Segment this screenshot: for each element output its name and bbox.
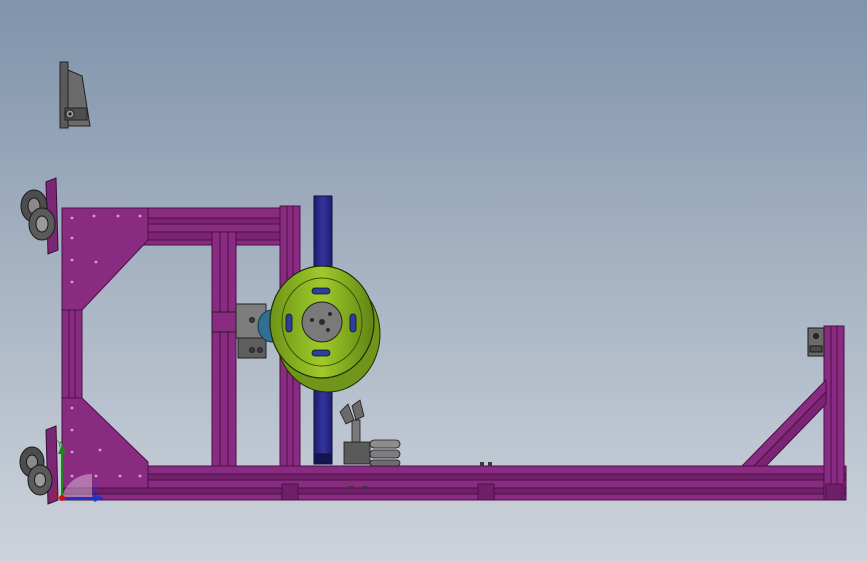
cad-model-view[interactable] [0,0,867,562]
triad-y-label: Y [57,440,63,450]
graphics-viewport[interactable]: Y X Z [0,0,867,562]
triad-z-label: Z [52,490,59,500]
triad-x-label: X [92,486,99,496]
gripper-assembly[interactable] [339,399,401,467]
z-axis-dot [59,495,65,501]
detached-bracket[interactable] [59,61,91,129]
end-bracket[interactable] [807,327,825,357]
coordinate-triad: Y X Z [52,440,112,510]
frame[interactable] [61,205,847,501]
caster-wheel-top[interactable] [20,177,59,255]
